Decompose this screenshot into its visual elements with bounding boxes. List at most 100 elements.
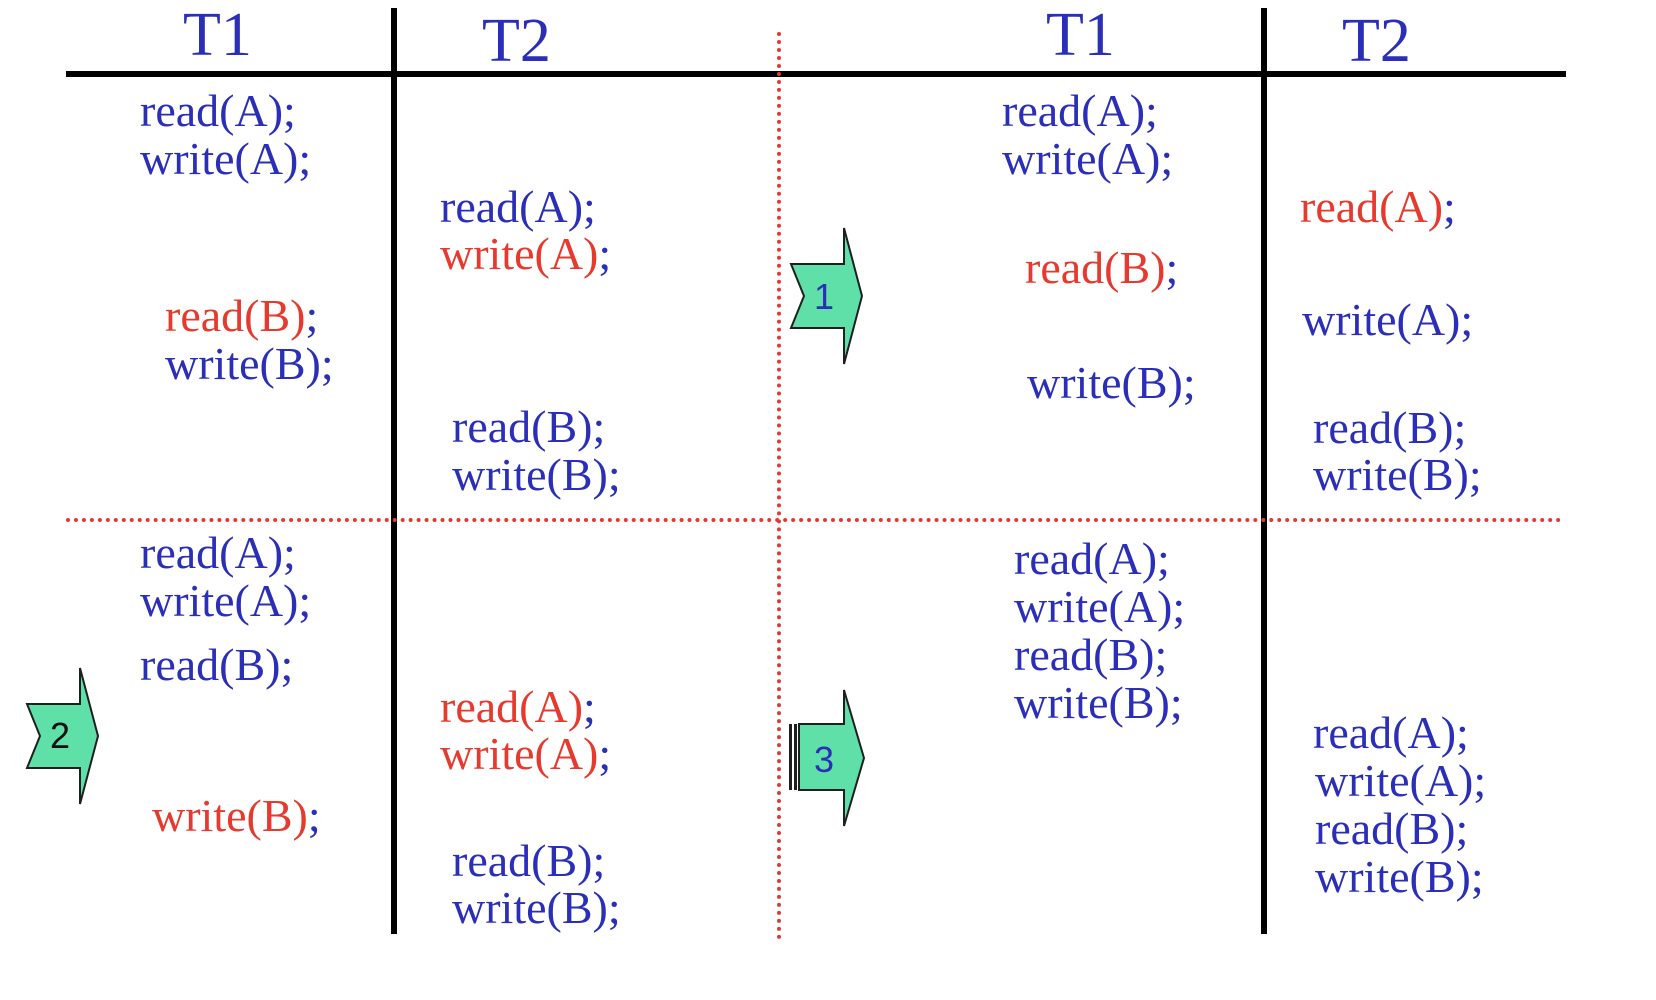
operation-semicolon: ; (583, 181, 596, 232)
operation-text: write(A) (1302, 294, 1461, 345)
operation-text: write(A) (1002, 133, 1161, 184)
op-bl-t1-2: read(B); (140, 642, 293, 688)
left-column-divider (391, 8, 397, 934)
op-tl-t2-0: read(A); (440, 184, 596, 230)
operation-text: read(B) (452, 835, 593, 886)
operation-text: read(A) (1002, 85, 1146, 136)
operation-semicolon: ; (298, 133, 312, 184)
op-tl-t2-2: read(B); (452, 404, 605, 450)
operation-text: read(A) (1313, 707, 1457, 758)
operation-text: write(B) (152, 790, 308, 841)
op-br-t2-0: read(A); (1313, 710, 1469, 756)
operation-semicolon: ; (298, 575, 312, 626)
operation-semicolon: ; (1169, 677, 1183, 728)
header-right-t2: T2 (1342, 7, 1411, 75)
operation-text: read(B) (165, 290, 306, 341)
op-br-t1-2: read(B); (1014, 632, 1167, 678)
operation-semicolon: ; (1182, 357, 1196, 408)
operation-semicolon: ; (1470, 851, 1484, 902)
op-tr-t2-3: write(B); (1313, 452, 1482, 498)
header-underline (66, 71, 1566, 77)
operation-semicolon: ; (1443, 181, 1456, 232)
op-br-t2-3: write(B); (1315, 854, 1484, 900)
op-bl-t2-3: write(B); (452, 885, 621, 931)
op-tr-t2-2: read(B); (1313, 405, 1466, 451)
step-arrow-2: 2 (24, 666, 104, 808)
operation-semicolon: ; (1145, 85, 1158, 136)
arrow-1-label: 1 (814, 276, 835, 317)
op-bl-t1-1: write(A); (140, 578, 311, 624)
op-tl-t2-3: write(B); (452, 452, 621, 498)
op-tl-t1-2: read(B); (165, 293, 318, 339)
op-tl-t1-3: write(B); (165, 341, 334, 387)
operation-semicolon: ; (1460, 294, 1474, 345)
operation-semicolon: ; (1456, 707, 1469, 758)
operation-text: read(A) (140, 527, 284, 578)
op-bl-t2-0: read(A); (440, 684, 596, 730)
operation-semicolon: ; (1453, 402, 1467, 453)
op-tr-t1-2: read(B); (1025, 245, 1178, 291)
operation-semicolon: ; (305, 290, 319, 341)
op-tr-t1-1: write(A); (1002, 136, 1173, 182)
arrow-2-label: 2 (50, 715, 71, 756)
operation-semicolon: ; (1154, 629, 1168, 680)
operation-text: write(A) (140, 575, 299, 626)
operation-semicolon: ; (283, 527, 296, 578)
operation-text: read(B) (140, 639, 281, 690)
operation-text: read(B) (1014, 629, 1155, 680)
op-br-t1-3: write(B); (1014, 680, 1183, 726)
op-tl-t1-0: read(A); (140, 88, 296, 134)
operation-semicolon: ; (1468, 449, 1482, 500)
operation-semicolon: ; (1455, 803, 1469, 854)
operation-text: write(B) (1014, 677, 1170, 728)
operation-semicolon: ; (598, 228, 612, 279)
arrow-3-label: 3 (814, 739, 835, 780)
op-bl-t2-2: read(B); (452, 838, 605, 884)
operation-semicolon: ; (320, 338, 334, 389)
step-arrow-1: 1 (788, 226, 868, 368)
operation-text: write(A) (1315, 755, 1474, 806)
operation-text: write(A) (1014, 581, 1173, 632)
operation-text: write(B) (1027, 357, 1183, 408)
operation-text: read(A) (1300, 181, 1444, 232)
vertical-quadrant-divider (777, 32, 781, 940)
right-column-divider (1261, 8, 1267, 934)
operation-semicolon: ; (1160, 133, 1174, 184)
operation-semicolon: ; (1165, 242, 1179, 293)
header-left-t2: T2 (482, 7, 551, 75)
operation-text: write(B) (1315, 851, 1471, 902)
operation-text: read(B) (1315, 803, 1456, 854)
operation-text: read(A) (440, 681, 584, 732)
operation-text: read(A) (440, 181, 584, 232)
operation-semicolon: ; (592, 835, 606, 886)
op-tr-t1-3: write(B); (1027, 360, 1196, 406)
operation-text: write(B) (1313, 449, 1469, 500)
op-bl-t1-0: read(A); (140, 530, 296, 576)
operation-semicolon: ; (283, 85, 296, 136)
operation-text: write(B) (452, 882, 608, 933)
operation-semicolon: ; (307, 790, 321, 841)
op-tr-t1-0: read(A); (1002, 88, 1158, 134)
operation-text: read(B) (1025, 242, 1166, 293)
op-br-t2-1: write(A); (1315, 758, 1486, 804)
operation-text: read(A) (140, 85, 284, 136)
step-arrow-3: 3 (786, 688, 868, 830)
operation-text: write(B) (452, 449, 608, 500)
operation-semicolon: ; (1157, 533, 1170, 584)
op-tl-t1-1: write(A); (140, 136, 311, 182)
header-right-t1: T1 (1046, 1, 1115, 69)
op-tr-t2-1: write(A); (1302, 297, 1473, 343)
operation-semicolon: ; (280, 639, 294, 690)
operation-text: write(B) (165, 338, 321, 389)
horizontal-quadrant-divider (66, 518, 1562, 522)
op-bl-t2-1: write(A); (440, 731, 611, 777)
op-tr-t2-0: read(A); (1300, 184, 1456, 230)
operation-semicolon: ; (1473, 755, 1487, 806)
operation-semicolon: ; (598, 728, 612, 779)
op-bl-t1-3: write(B); (152, 793, 321, 839)
operation-text: write(A) (440, 728, 599, 779)
operation-text: read(A) (1014, 533, 1158, 584)
op-tl-t2-1: write(A); (440, 231, 611, 277)
operation-text: read(B) (1313, 402, 1454, 453)
operation-semicolon: ; (583, 681, 596, 732)
